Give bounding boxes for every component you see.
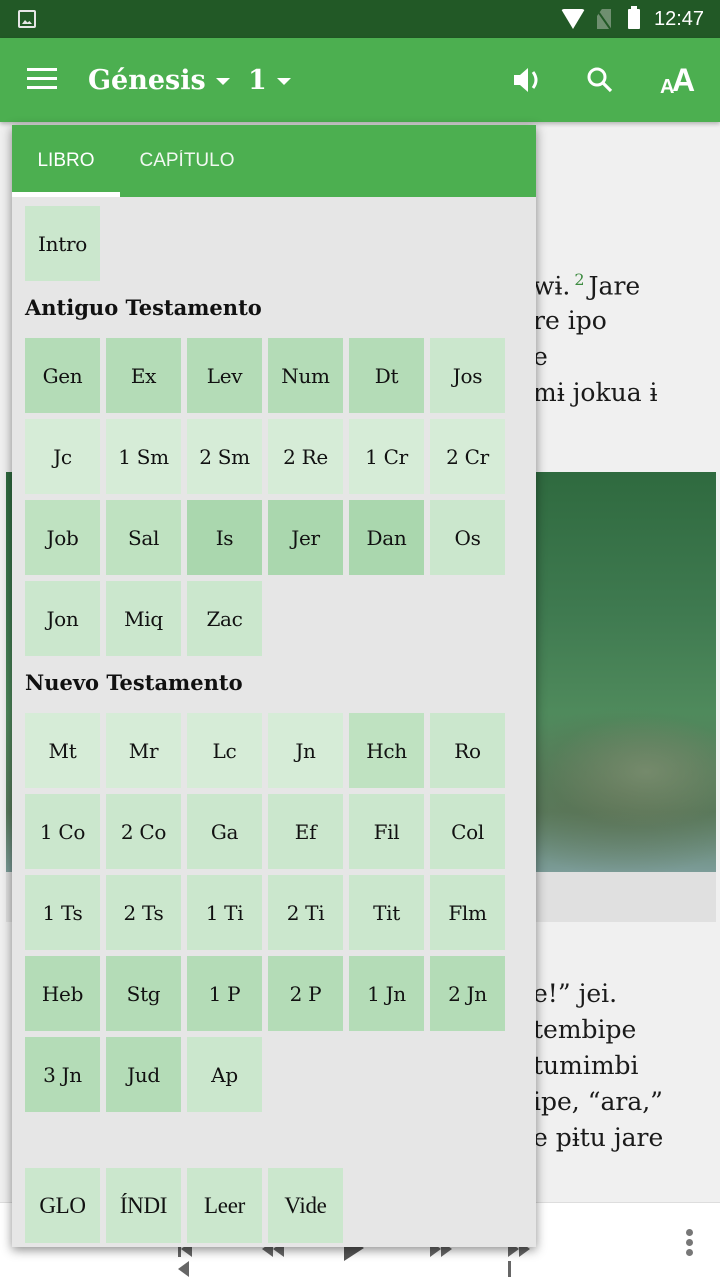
caret-down-icon <box>215 77 230 85</box>
extra-cell-0[interactable]: GLO <box>25 1168 100 1243</box>
extra-cell-2[interactable]: Leer <box>187 1168 262 1243</box>
book-cell-lc[interactable]: Lc <box>187 713 262 788</box>
book-cell-1-ti[interactable]: 1 Ti <box>187 875 262 950</box>
chapter-dropdown[interactable]: 1 <box>248 60 291 100</box>
book-cell-1-cr[interactable]: 1 Cr <box>349 419 424 494</box>
gallery-notification-icon <box>18 10 36 28</box>
book-cell-os[interactable]: Os <box>430 500 505 575</box>
book-cell-col[interactable]: Col <box>430 794 505 869</box>
text-line: e!” jei. <box>533 979 618 1008</box>
book-cell-2-cr[interactable]: 2 Cr <box>430 419 505 494</box>
book-cell-2-co[interactable]: 2 Co <box>106 794 181 869</box>
speaker-icon[interactable] <box>509 60 549 100</box>
book-cell-flm[interactable]: Flm <box>430 875 505 950</box>
book-cell-3-jn[interactable]: 3 Jn <box>25 1037 100 1112</box>
tab-capitulo[interactable]: CAPÍTULO <box>120 125 254 197</box>
book-cell-zac[interactable]: Zac <box>187 581 262 656</box>
battery-icon <box>628 6 640 29</box>
book-cell-2-ti[interactable]: 2 Ti <box>268 875 343 950</box>
book-dropdown[interactable]: Génesis <box>88 60 230 100</box>
text-line: e pɨtu jare <box>533 1123 664 1152</box>
book-cell-jon[interactable]: Jon <box>25 581 100 656</box>
verse-number[interactable]: 2 <box>574 270 584 289</box>
book-cell-sal[interactable]: Sal <box>106 500 181 575</box>
picker-tabs: LIBRO CAPÍTULO <box>12 125 536 197</box>
book-cell-2-p[interactable]: 2 P <box>268 956 343 1031</box>
book-cell-lev[interactable]: Lev <box>187 338 262 413</box>
book-cell-num[interactable]: Num <box>268 338 343 413</box>
text-line: re ipo <box>533 306 607 335</box>
menu-icon[interactable] <box>27 68 57 90</box>
book-cell-is[interactable]: Is <box>187 500 262 575</box>
book-cell-2-ts[interactable]: 2 Ts <box>106 875 181 950</box>
book-cell-jud[interactable]: Jud <box>106 1037 181 1112</box>
book-cell-2-re[interactable]: 2 Re <box>268 419 343 494</box>
book-cell-jos[interactable]: Jos <box>430 338 505 413</box>
book-cell-mt[interactable]: Mt <box>25 713 100 788</box>
book-cell-job[interactable]: Job <box>25 500 100 575</box>
book-cell-dt[interactable]: Dt <box>349 338 424 413</box>
book-cell-1-jn[interactable]: 1 Jn <box>349 956 424 1031</box>
book-cell-1-sm[interactable]: 1 Sm <box>106 419 181 494</box>
wifi-icon <box>561 9 585 29</box>
new-testament-heading: Nuevo Testamento <box>25 670 243 695</box>
extra-cell-3[interactable]: Vide <box>268 1168 343 1243</box>
book-cell-miq[interactable]: Miq <box>106 581 181 656</box>
book-cell-ef[interactable]: Ef <box>268 794 343 869</box>
book-cell-jer[interactable]: Jer <box>268 500 343 575</box>
book-cell-1-co[interactable]: 1 Co <box>25 794 100 869</box>
book-cell-fil[interactable]: Fil <box>349 794 424 869</box>
book-cell-mr[interactable]: Mr <box>106 713 181 788</box>
book-cell-hch[interactable]: Hch <box>349 713 424 788</box>
book-title: Génesis <box>88 64 206 96</box>
search-icon[interactable] <box>580 60 620 100</box>
book-cell-ex[interactable]: Ex <box>106 338 181 413</box>
text-size-icon[interactable]: AA <box>656 60 696 100</box>
book-cell-tit[interactable]: Tit <box>349 875 424 950</box>
no-sim-icon <box>597 9 611 29</box>
text-line: tembipe <box>533 1015 637 1044</box>
book-cell-intro[interactable]: Intro <box>25 206 100 281</box>
book-cell-ap[interactable]: Ap <box>187 1037 262 1112</box>
book-cell-jc[interactable]: Jc <box>25 419 100 494</box>
book-cell-1-p[interactable]: 1 P <box>187 956 262 1031</box>
book-cell-1-ts[interactable]: 1 Ts <box>25 875 100 950</box>
old-testament-heading: Antiguo Testamento <box>25 295 262 320</box>
book-cell-2-sm[interactable]: 2 Sm <box>187 419 262 494</box>
tab-libro[interactable]: LIBRO <box>12 125 120 197</box>
status-bar: 12:47 <box>0 0 720 38</box>
book-cell-heb[interactable]: Heb <box>25 956 100 1031</box>
text-line: tumimbi <box>533 1051 639 1080</box>
book-cell-2-jn[interactable]: 2 Jn <box>430 956 505 1031</box>
book-cell-stg[interactable]: Stg <box>106 956 181 1031</box>
book-cell-dan[interactable]: Dan <box>349 500 424 575</box>
book-chapter-picker: LIBRO CAPÍTULO Intro Antiguo Testamento … <box>12 125 536 1247</box>
text-line: mɨ jokua ɨ <box>533 378 658 407</box>
caret-down-icon <box>276 77 291 85</box>
book-cell-ro[interactable]: Ro <box>430 713 505 788</box>
book-cell-jn[interactable]: Jn <box>268 713 343 788</box>
book-cell-gen[interactable]: Gen <box>25 338 100 413</box>
more-vert-icon[interactable] <box>683 1229 695 1257</box>
text-line: wɨ. 2 Jare <box>533 270 641 301</box>
text-line: ipe, “ara,” <box>533 1087 663 1116</box>
extra-cell-1[interactable]: ÍNDI <box>106 1168 181 1243</box>
chapter-number: 1 <box>248 64 267 96</box>
clock: 12:47 <box>654 8 705 30</box>
app-bar: Génesis 1 AA <box>0 38 720 122</box>
book-cell-ga[interactable]: Ga <box>187 794 262 869</box>
